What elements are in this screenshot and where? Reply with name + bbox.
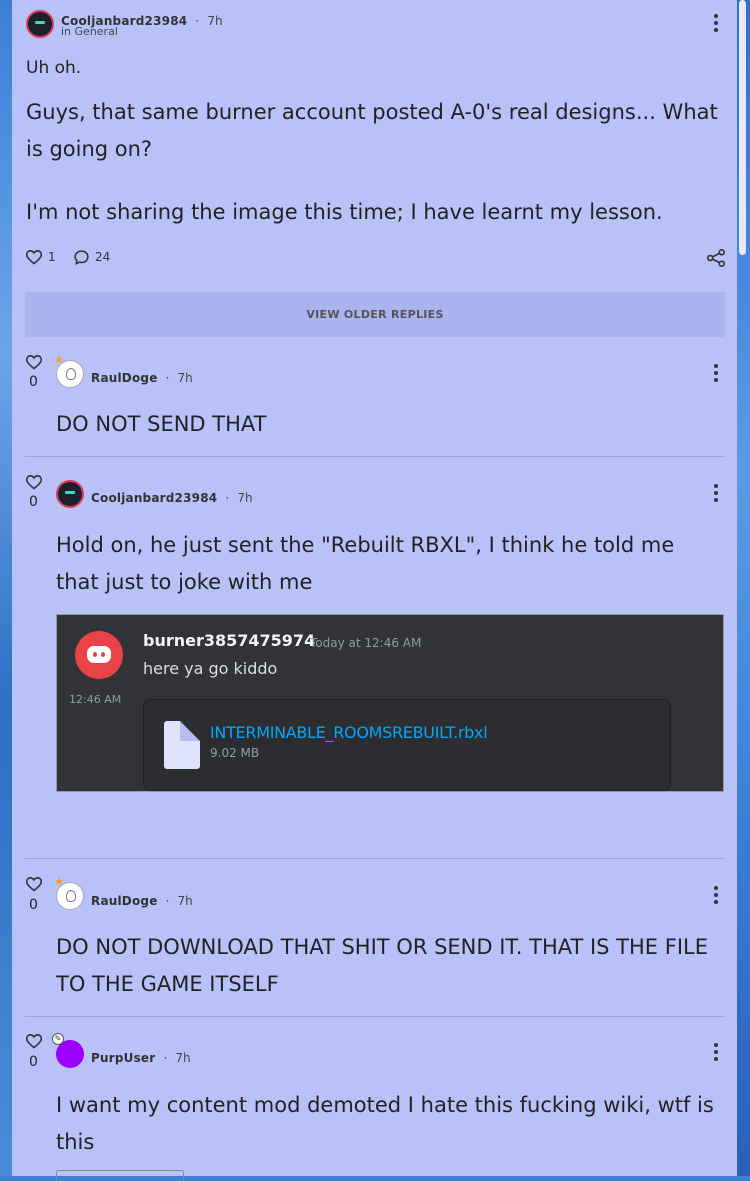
reply-1-like-count: 0 bbox=[29, 374, 38, 390]
reply-1-time: 7h bbox=[177, 371, 193, 385]
share-icon[interactable] bbox=[706, 249, 726, 267]
reply-2-heart-icon[interactable] bbox=[25, 474, 43, 490]
file-name: INTERMINABLE_ROOMSREBUILT.rbxl bbox=[210, 723, 488, 742]
reply-1-header: RaulDoge · 7h bbox=[91, 367, 193, 386]
reply-2-like-count: 0 bbox=[29, 494, 38, 510]
dot-separator: · bbox=[165, 371, 170, 385]
reply-4-time: 7h bbox=[175, 1051, 191, 1065]
reply-3-text: DO NOT DOWNLOAD THAT SHIT OR SEND IT. TH… bbox=[56, 935, 708, 996]
reply-4-author[interactable]: PurpUser bbox=[91, 1051, 155, 1065]
discord-message: here ya go kiddo bbox=[143, 659, 278, 678]
post-like-count: 1 bbox=[48, 250, 56, 264]
reply-1-heart-icon[interactable] bbox=[25, 354, 43, 370]
reply-2-header: Cooljanbard23984 · 7h bbox=[91, 487, 253, 506]
discord-logo-icon bbox=[75, 631, 123, 679]
dot-separator: · bbox=[225, 491, 230, 505]
scrollbar[interactable] bbox=[739, 0, 746, 255]
discord-timestamp: Today at 12:46 AM bbox=[310, 636, 422, 650]
dot-separator: · bbox=[165, 894, 170, 908]
reply-1-text: DO NOT SEND THAT bbox=[56, 412, 267, 436]
reply-4-like-count: 0 bbox=[29, 1054, 38, 1070]
discord-username: burner3857475974 bbox=[143, 631, 316, 650]
post-time: 7h bbox=[207, 14, 223, 28]
attached-screenshot[interactable]: burner3857475974 Today at 12:46 AM here … bbox=[56, 614, 724, 792]
reply-2-more-icon[interactable] bbox=[713, 484, 719, 504]
discord-side-time: 12:46 AM bbox=[69, 693, 122, 706]
reply-2-avatar[interactable] bbox=[56, 480, 84, 508]
dot-separator: · bbox=[195, 14, 200, 28]
divider bbox=[25, 1016, 725, 1017]
reply-1-author[interactable]: RaulDoge bbox=[91, 371, 158, 385]
dot-separator: · bbox=[163, 1051, 168, 1065]
reply-4-more-icon[interactable] bbox=[713, 1043, 719, 1063]
star-badge-icon: ★ bbox=[54, 875, 64, 888]
file-icon bbox=[164, 721, 200, 769]
post-comment-count: 24 bbox=[95, 250, 111, 264]
reply-3-header: RaulDoge · 7h bbox=[91, 890, 193, 909]
reply-3-time: 7h bbox=[177, 894, 193, 908]
author-avatar[interactable] bbox=[26, 10, 54, 38]
reply-4-header: PurpUser · 7h bbox=[91, 1047, 191, 1066]
post-category[interactable]: in General bbox=[61, 25, 118, 38]
reply-2-author[interactable]: Cooljanbard23984 bbox=[91, 491, 217, 505]
discord-file-attachment: INTERMINABLE_ROOMSREBUILT.rbxl 9.02 MB bbox=[143, 699, 671, 791]
reply-2-text: Hold on, he just sent the "Rebuilt RBXL"… bbox=[56, 533, 675, 594]
background-left bbox=[0, 0, 12, 1176]
comment-icon bbox=[74, 250, 89, 265]
post-paragraph-1: Guys, that same burner account posted A-… bbox=[26, 100, 718, 161]
moderator-badge-icon: ✎ bbox=[52, 1033, 64, 1045]
post-like-button[interactable]: 1 bbox=[25, 248, 59, 268]
file-size: 9.02 MB bbox=[210, 746, 260, 760]
reply-3-more-icon[interactable] bbox=[713, 886, 719, 906]
star-badge-icon: ★ bbox=[54, 353, 64, 366]
heart-icon bbox=[25, 250, 43, 265]
post-comment-button[interactable]: 24 bbox=[73, 248, 115, 268]
divider bbox=[25, 456, 725, 457]
reply-3-author[interactable]: RaulDoge bbox=[91, 894, 158, 908]
reply-1-more-icon[interactable] bbox=[713, 364, 719, 384]
post-title: Uh oh. bbox=[26, 58, 82, 78]
view-older-replies-button[interactable]: VIEW OLDER REPLIES bbox=[25, 292, 725, 337]
post-more-icon[interactable] bbox=[713, 14, 719, 34]
reply-4-text: I want my content mod demoted I hate thi… bbox=[56, 1093, 714, 1154]
reply-3-heart-icon[interactable] bbox=[25, 876, 43, 892]
reply-4-heart-icon[interactable] bbox=[25, 1033, 43, 1049]
reply-2-time: 7h bbox=[237, 491, 253, 505]
reply-3-like-count: 0 bbox=[29, 897, 38, 913]
post-paragraph-2: I'm not sharing the image this time; I h… bbox=[26, 200, 663, 224]
divider bbox=[25, 858, 725, 859]
